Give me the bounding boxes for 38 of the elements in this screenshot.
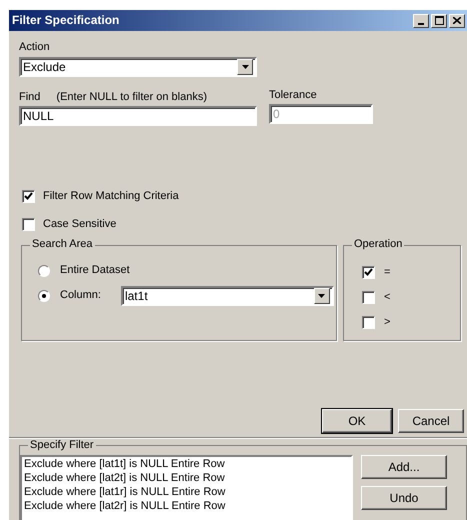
group-title: Specify Filter — [28, 438, 96, 452]
maximize-button[interactable] — [431, 14, 447, 28]
checkbox-label[interactable]: < — [384, 290, 390, 304]
close-icon — [453, 17, 461, 24]
radio-button[interactable] — [38, 290, 50, 302]
maximize-icon — [434, 16, 444, 25]
action-dropdown[interactable]: Exclude — [19, 57, 257, 78]
checkbox-label[interactable]: Case Sensitive — [43, 218, 116, 231]
checkbox-label[interactable]: = — [384, 266, 390, 279]
add-button[interactable]: Add... — [361, 454, 447, 479]
checkbox[interactable] — [22, 190, 35, 204]
checkbox-label[interactable]: > — [384, 316, 390, 329]
hint-text: (Enter NULL to filter on blanks) — [56, 91, 208, 104]
close-button[interactable] — [449, 14, 465, 28]
minimize-button[interactable] — [413, 14, 429, 28]
checkbox[interactable] — [22, 218, 35, 231]
checkbox[interactable] — [362, 266, 375, 279]
checkbox[interactable] — [362, 316, 375, 329]
list-item[interactable]: Exclude where [lat1t] is NULL Entire Row — [24, 456, 349, 471]
find-label: Find — [19, 91, 40, 104]
undo-button[interactable]: Undo — [361, 486, 447, 510]
list-item[interactable]: Exclude where [lat2r] is NULL Entire Row — [24, 498, 349, 513]
column-dropdown[interactable]: lat1t — [120, 286, 334, 306]
radio-label[interactable]: Column: — [60, 289, 101, 302]
ok-button[interactable]: OK — [322, 408, 392, 433]
list-item[interactable]: Exclude where [lat1r] is NULL Entire Row — [24, 484, 349, 499]
window-title: Filter Specification — [12, 13, 120, 28]
group-title: Operation — [352, 238, 404, 251]
action-label: Action — [19, 41, 51, 54]
checkbox[interactable] — [362, 290, 375, 304]
list-item[interactable]: Exclude where [lat2t] is NULL Entire Row — [24, 470, 349, 485]
radio-label[interactable]: Entire Dataset — [60, 264, 130, 278]
tolerance-label: Tolerance — [269, 89, 318, 102]
checkbox-label[interactable]: Filter Row Matching Criteria — [43, 190, 179, 204]
find-field[interactable]: NULL — [19, 106, 257, 126]
cancel-button[interactable]: Cancel — [398, 408, 464, 433]
minimize-icon — [418, 22, 424, 24]
radio-button[interactable] — [38, 264, 50, 277]
